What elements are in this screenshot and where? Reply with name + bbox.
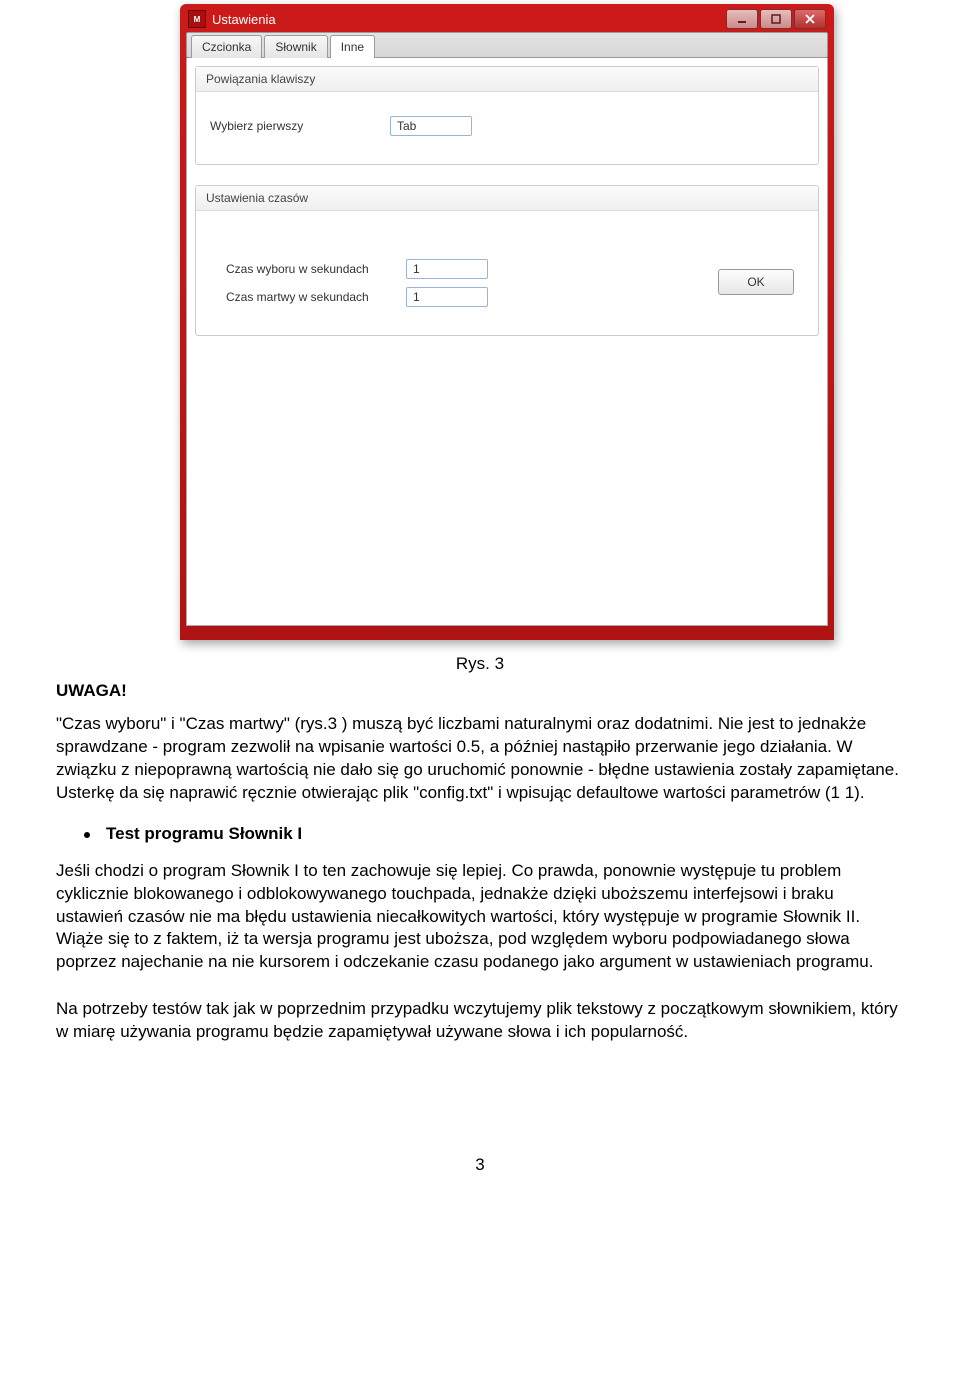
minimize-button[interactable] [726, 9, 758, 29]
subsection-title: Test programu Słownik I [106, 823, 302, 846]
ok-button[interactable]: OK [718, 269, 794, 295]
bullet-icon [84, 832, 90, 838]
tab-slownik[interactable]: Słownik [264, 35, 327, 58]
maximize-button[interactable] [760, 9, 792, 29]
paragraph-3: Na potrzeby testów tak jak w poprzednim … [56, 998, 904, 1044]
label-czas-martwy: Czas martwy w sekundach [226, 290, 406, 304]
subsection-heading: Test programu Słownik I [84, 823, 904, 846]
window-title: Ustawienia [212, 12, 276, 27]
close-button[interactable] [794, 9, 826, 29]
input-czas-wyboru[interactable]: 1 [406, 259, 488, 279]
heading-uwaga: UWAGA! [56, 680, 904, 703]
tab-czcionka[interactable]: Czcionka [191, 35, 262, 58]
paragraph-1: "Czas wyboru" i "Czas martwy" (rys.3 ) m… [56, 713, 904, 805]
document-body: UWAGA! "Czas wyboru" i "Czas martwy" (ry… [0, 680, 960, 1217]
figure-caption: Rys. 3 [0, 654, 960, 674]
screenshot-window: M Ustawienia Czcionka Słown [180, 0, 834, 640]
app-icon: M [188, 10, 206, 28]
input-wybierz-pierwszy[interactable]: Tab [390, 116, 472, 136]
tabs-bar: Czcionka Słownik Inne [186, 32, 828, 58]
label-czas-wyboru: Czas wyboru w sekundach [226, 262, 406, 276]
paragraph-2: Jeśli chodzi o program Słownik I to ten … [56, 860, 904, 975]
group-times: Ustawienia czasów Czas wyboru w sekundac… [195, 185, 819, 336]
group-keybindings-title: Powiązania klawiszy [196, 67, 818, 92]
group-times-title: Ustawienia czasów [196, 186, 818, 211]
input-czas-martwy[interactable]: 1 [406, 287, 488, 307]
page-number: 3 [56, 1154, 904, 1177]
tab-inne[interactable]: Inne [330, 35, 375, 58]
tab-panel: Powiązania klawiszy Wybierz pierwszy Tab… [186, 58, 828, 626]
label-wybierz-pierwszy: Wybierz pierwszy [210, 119, 390, 133]
group-keybindings: Powiązania klawiszy Wybierz pierwszy Tab [195, 66, 819, 165]
titlebar: M Ustawienia [186, 6, 828, 32]
